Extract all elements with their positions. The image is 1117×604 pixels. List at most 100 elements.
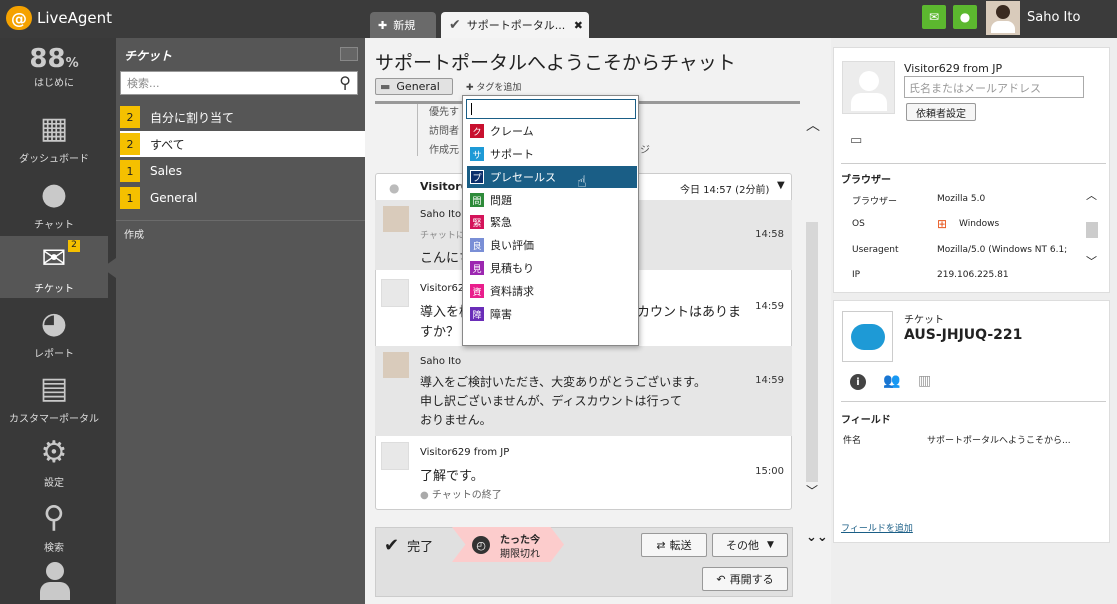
transfer-button[interactable]: ⇄ 転送 bbox=[641, 533, 707, 557]
folder-sales[interactable]: 1 Sales bbox=[120, 158, 365, 184]
divider bbox=[116, 220, 365, 221]
reopen-button[interactable]: ↶ 再開する bbox=[702, 567, 788, 591]
more-button[interactable]: その他 ▼ bbox=[712, 533, 788, 557]
message-sender: Saho Ito bbox=[420, 209, 462, 220]
tag-option[interactable]: ササポート bbox=[467, 143, 637, 165]
users-icon[interactable]: 👥 bbox=[883, 373, 900, 389]
ticket-label: チケット bbox=[904, 315, 944, 326]
department-label: General bbox=[396, 80, 440, 93]
prop-key: Useragent bbox=[852, 245, 899, 255]
chat-end-label: チャットの終了 bbox=[431, 490, 502, 501]
message-text-right: カウントはありま bbox=[637, 305, 742, 320]
pie-chart-icon: ◕ bbox=[40, 305, 68, 341]
nav-reports[interactable]: ◕ レポート bbox=[0, 305, 108, 361]
more-label: その他 bbox=[726, 539, 760, 552]
tag-color-chip: 資 bbox=[470, 284, 484, 298]
chevron-up-icon[interactable]: ︿ bbox=[806, 115, 820, 135]
message-sub: チャットに bbox=[420, 231, 465, 241]
nav-getting-started[interactable]: 88% はじめに bbox=[0, 44, 108, 89]
active-pointer bbox=[102, 258, 116, 278]
tag-dropdown: ククレーム ササポート ププレセールス ☝ 問問題 緊緊急 良良い評価 見見積も… bbox=[462, 95, 639, 346]
prop-key: ブラウザー bbox=[852, 197, 898, 207]
ticket-search-input[interactable]: 検索... ⚲ bbox=[120, 71, 358, 95]
message-time: 14:58 bbox=[755, 229, 784, 240]
logo-icon: @ bbox=[6, 6, 32, 30]
add-tag-label: タグを追加 bbox=[476, 83, 522, 93]
message-row: Visitor629 from JP 了解です。 15:00 ● チャットの終了 bbox=[375, 438, 792, 508]
tag-option[interactable]: 障障害 bbox=[467, 303, 637, 325]
transfer-icon: ⇄ bbox=[656, 538, 666, 552]
scrollbar-thumb[interactable] bbox=[1086, 222, 1098, 238]
create-link[interactable]: 作成 bbox=[124, 226, 144, 241]
prop-value: 219.106.225.81 bbox=[937, 270, 1009, 280]
nav-label: ダッシュボード bbox=[19, 154, 89, 165]
tag-option[interactable]: 問問題 bbox=[467, 189, 637, 211]
chevron-down-icon[interactable]: ﹀ bbox=[1086, 253, 1097, 269]
folder-count: 2 bbox=[120, 133, 140, 155]
tag-option[interactable]: ククレーム bbox=[467, 120, 637, 142]
nav-dashboard[interactable]: ▦ ダッシュボード bbox=[0, 110, 108, 166]
add-tag-link[interactable]: ✚ タグを追加 bbox=[466, 80, 521, 93]
brand-name: LiveAgent bbox=[37, 9, 113, 27]
double-chevron-icon[interactable]: ⌄⌄ bbox=[806, 530, 828, 545]
nav-tickets[interactable]: ✉ チケット 2 bbox=[0, 240, 108, 295]
folder-all[interactable]: 2 すべて bbox=[120, 131, 365, 157]
info-icon[interactable]: i bbox=[850, 374, 866, 390]
prop-value: Mozilla/5.0 (Windows NT 6.1; bbox=[937, 245, 1068, 255]
done-button[interactable]: ✔ 完了 bbox=[378, 530, 452, 560]
nav-label: レポート bbox=[34, 349, 74, 360]
nav-customer-portal[interactable]: ▤ カスタマーポータル bbox=[0, 370, 108, 426]
agent-avatar bbox=[383, 352, 409, 378]
divider bbox=[841, 163, 1106, 164]
message-sender: Visitor629 from JP bbox=[420, 447, 510, 458]
set-requester-button[interactable]: 依頼者設定 bbox=[906, 103, 976, 121]
tab-new[interactable]: ✚ 新規 bbox=[370, 12, 436, 38]
search-placeholder: 検索... bbox=[127, 77, 160, 90]
tag-option[interactable]: 緊緊急 bbox=[467, 211, 637, 233]
chevron-up-icon[interactable]: ︿ bbox=[1086, 187, 1097, 203]
folder-count: 2 bbox=[120, 106, 140, 128]
folder-assigned[interactable]: 2 自分に割り当て bbox=[120, 104, 365, 130]
nav-search[interactable]: ⚲ 検索 bbox=[0, 499, 108, 555]
reopen-label: 再開する bbox=[729, 573, 774, 586]
meta-line bbox=[417, 104, 418, 156]
meta-source-tail: ジ bbox=[640, 145, 650, 156]
tag-label: 資料請求 bbox=[490, 285, 534, 298]
tag-option[interactable]: 資資料請求 bbox=[467, 280, 637, 302]
nav-settings[interactable]: ⚙ 設定 bbox=[0, 434, 108, 490]
nav-chat[interactable]: ● チャット bbox=[0, 176, 108, 232]
close-icon[interactable]: ✖ bbox=[574, 19, 583, 32]
scrollbar[interactable] bbox=[806, 222, 818, 482]
panel-menu-icon[interactable] bbox=[340, 47, 358, 61]
tag-label: クレーム bbox=[490, 125, 534, 138]
tag-label: プレセールス bbox=[490, 171, 556, 184]
chat-bubble-icon[interactable]: ● bbox=[953, 5, 977, 29]
add-field-link[interactable]: フィールドを追加 bbox=[841, 521, 913, 534]
done-label: 完了 bbox=[407, 539, 434, 555]
book-icon[interactable]: ▥ bbox=[918, 373, 931, 389]
tag-option-highlighted[interactable]: ププレセールス ☝ bbox=[467, 166, 637, 191]
tab-label: サポートポータル... bbox=[466, 19, 566, 32]
tab-ticket[interactable]: ✔ サポートポータル... ✖ bbox=[441, 12, 589, 38]
prop-value: Mozilla 5.0 bbox=[937, 194, 986, 204]
tag-search-input[interactable] bbox=[466, 99, 636, 119]
tag-option[interactable]: 見見積もり bbox=[467, 257, 637, 279]
email-icon[interactable]: ✉ bbox=[922, 5, 946, 29]
department-button[interactable]: ▬ General bbox=[375, 78, 453, 95]
clock-icon: ◴ bbox=[472, 536, 490, 554]
caret-down-icon: ▼ bbox=[767, 540, 774, 550]
divider bbox=[841, 401, 1106, 402]
requester-input[interactable]: 氏名またはメールアドレス bbox=[904, 76, 1084, 98]
customers-icon[interactable] bbox=[38, 562, 72, 604]
chevron-down-icon[interactable]: ▼ bbox=[777, 180, 785, 191]
search-icon[interactable]: ⚲ bbox=[339, 73, 351, 92]
monitor-icon[interactable]: ▭ bbox=[850, 133, 862, 148]
tag-label: サポート bbox=[490, 148, 534, 161]
user-name[interactable]: Saho Ito bbox=[1027, 10, 1080, 25]
chevron-down-icon[interactable]: ﹀ bbox=[806, 482, 818, 499]
folder-general[interactable]: 1 General bbox=[120, 185, 365, 211]
avatar[interactable] bbox=[986, 1, 1020, 35]
folder-label: General bbox=[150, 191, 198, 205]
tag-label: 緊急 bbox=[490, 216, 512, 229]
tag-option[interactable]: 良良い評価 bbox=[467, 234, 637, 256]
